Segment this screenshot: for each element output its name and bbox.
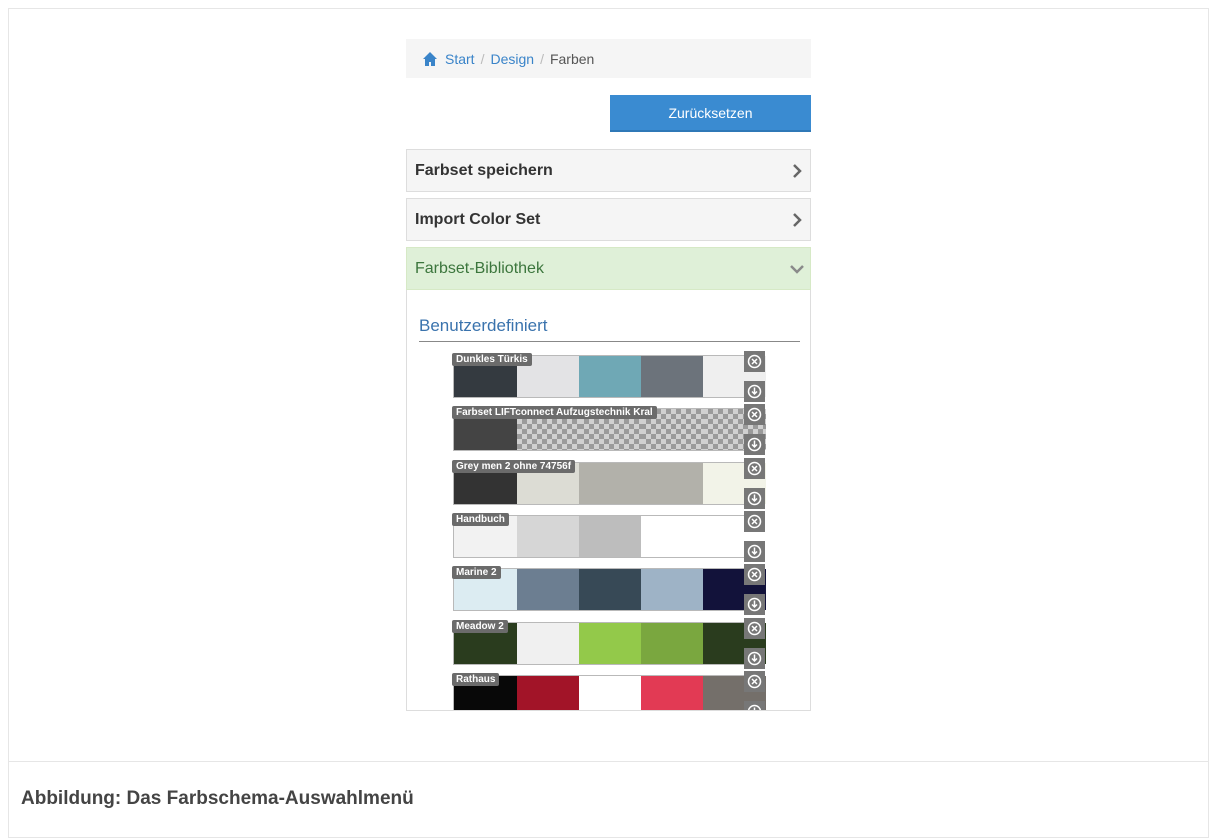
caption-text: Abbildung: Das Farbschema-Auswahlmenü xyxy=(21,788,414,809)
color-swatch xyxy=(579,623,641,664)
color-swatch xyxy=(517,623,579,664)
delete-colorset-button[interactable] xyxy=(744,671,765,692)
chevron-right-icon xyxy=(793,213,802,227)
delete-colorset-button[interactable] xyxy=(744,404,765,425)
color-swatch xyxy=(517,516,579,557)
delete-colorset-button[interactable] xyxy=(744,458,765,479)
color-swatch xyxy=(579,516,641,557)
colorset-row[interactable]: Handbuch xyxy=(452,513,766,558)
download-icon xyxy=(747,597,762,612)
download-colorset-button[interactable] xyxy=(744,381,765,402)
breadcrumb: Start / Design / Farben xyxy=(406,39,811,78)
download-colorset-button[interactable] xyxy=(744,488,765,509)
close-circle-icon xyxy=(747,407,762,422)
panel-colorset-library[interactable]: Farbset-Bibliothek xyxy=(406,247,811,290)
section-title: Benutzerdefiniert xyxy=(419,316,800,342)
download-icon xyxy=(747,544,762,559)
colorset-name: Handbuch xyxy=(452,513,509,526)
colorset-row[interactable]: Rathaus xyxy=(452,673,766,710)
close-circle-icon xyxy=(747,621,762,636)
chevron-down-icon xyxy=(790,265,804,274)
color-swatch xyxy=(579,569,641,610)
library-panel-body: Benutzerdefiniert Dunkles Türkis Farbset … xyxy=(406,290,811,711)
close-circle-icon xyxy=(747,567,762,582)
panel-title: Farbset speichern xyxy=(415,162,553,179)
color-swatch xyxy=(579,676,641,710)
reset-button[interactable]: Zurücksetzen xyxy=(610,95,811,132)
download-colorset-button[interactable] xyxy=(744,434,765,455)
download-icon xyxy=(747,384,762,399)
colorset-name: Grey men 2 ohne 74756f xyxy=(452,460,576,473)
download-icon xyxy=(747,437,762,452)
color-swatch xyxy=(517,676,579,710)
close-circle-icon xyxy=(747,674,762,689)
panel-save-colorset[interactable]: Farbset speichern xyxy=(406,149,811,192)
home-icon[interactable] xyxy=(422,51,438,67)
delete-colorset-button[interactable] xyxy=(744,511,765,532)
download-icon xyxy=(747,651,762,666)
color-swatch xyxy=(641,516,703,557)
close-circle-icon xyxy=(747,514,762,529)
download-icon xyxy=(747,704,762,710)
color-swatch xyxy=(641,569,703,610)
download-colorset-button[interactable] xyxy=(744,541,765,562)
delete-colorset-button[interactable] xyxy=(744,564,765,585)
download-colorset-button[interactable] xyxy=(744,701,765,710)
colorset-row[interactable]: Grey men 2 ohne 74756f xyxy=(452,460,766,505)
colorset-row[interactable]: Farbset LIFTconnect Aufzugstechnik Kral xyxy=(452,406,766,451)
colorset-name: Farbset LIFTconnect Aufzugstechnik Kral xyxy=(452,406,657,419)
chevron-right-icon xyxy=(793,164,802,178)
colorset-row[interactable]: Marine 2 xyxy=(452,566,766,611)
download-colorset-button[interactable] xyxy=(744,648,765,669)
download-colorset-button[interactable] xyxy=(744,594,765,615)
color-swatch xyxy=(641,623,703,664)
colorset-name: Meadow 2 xyxy=(452,620,508,633)
color-swatch xyxy=(579,356,641,397)
color-swatch xyxy=(579,463,641,504)
breadcrumb-design-link[interactable]: Design xyxy=(490,51,534,67)
panel-title: Import Color Set xyxy=(415,211,541,228)
figure-caption: Abbildung: Das Farbschema-Auswahlmenü xyxy=(9,761,1208,838)
color-swatch xyxy=(641,356,703,397)
panel-title: Farbset-Bibliothek xyxy=(415,260,544,277)
colorset-row[interactable]: Dunkles Türkis xyxy=(452,353,766,398)
delete-colorset-button[interactable] xyxy=(744,351,765,372)
panel-import-colorset[interactable]: Import Color Set xyxy=(406,198,811,241)
colorset-name: Dunkles Türkis xyxy=(452,353,532,366)
close-circle-icon xyxy=(747,461,762,476)
color-swatch xyxy=(641,463,703,504)
breadcrumb-start-link[interactable]: Start xyxy=(445,51,475,67)
colorset-name: Rathaus xyxy=(452,673,500,686)
close-circle-icon xyxy=(747,354,762,369)
download-icon xyxy=(747,491,762,506)
color-swatch xyxy=(641,676,703,710)
breadcrumb-current: Farben xyxy=(549,51,595,67)
colorset-name: Marine 2 xyxy=(452,566,501,579)
color-swatch xyxy=(517,569,579,610)
delete-colorset-button[interactable] xyxy=(744,618,765,639)
colorset-row[interactable]: Meadow 2 xyxy=(452,620,766,665)
